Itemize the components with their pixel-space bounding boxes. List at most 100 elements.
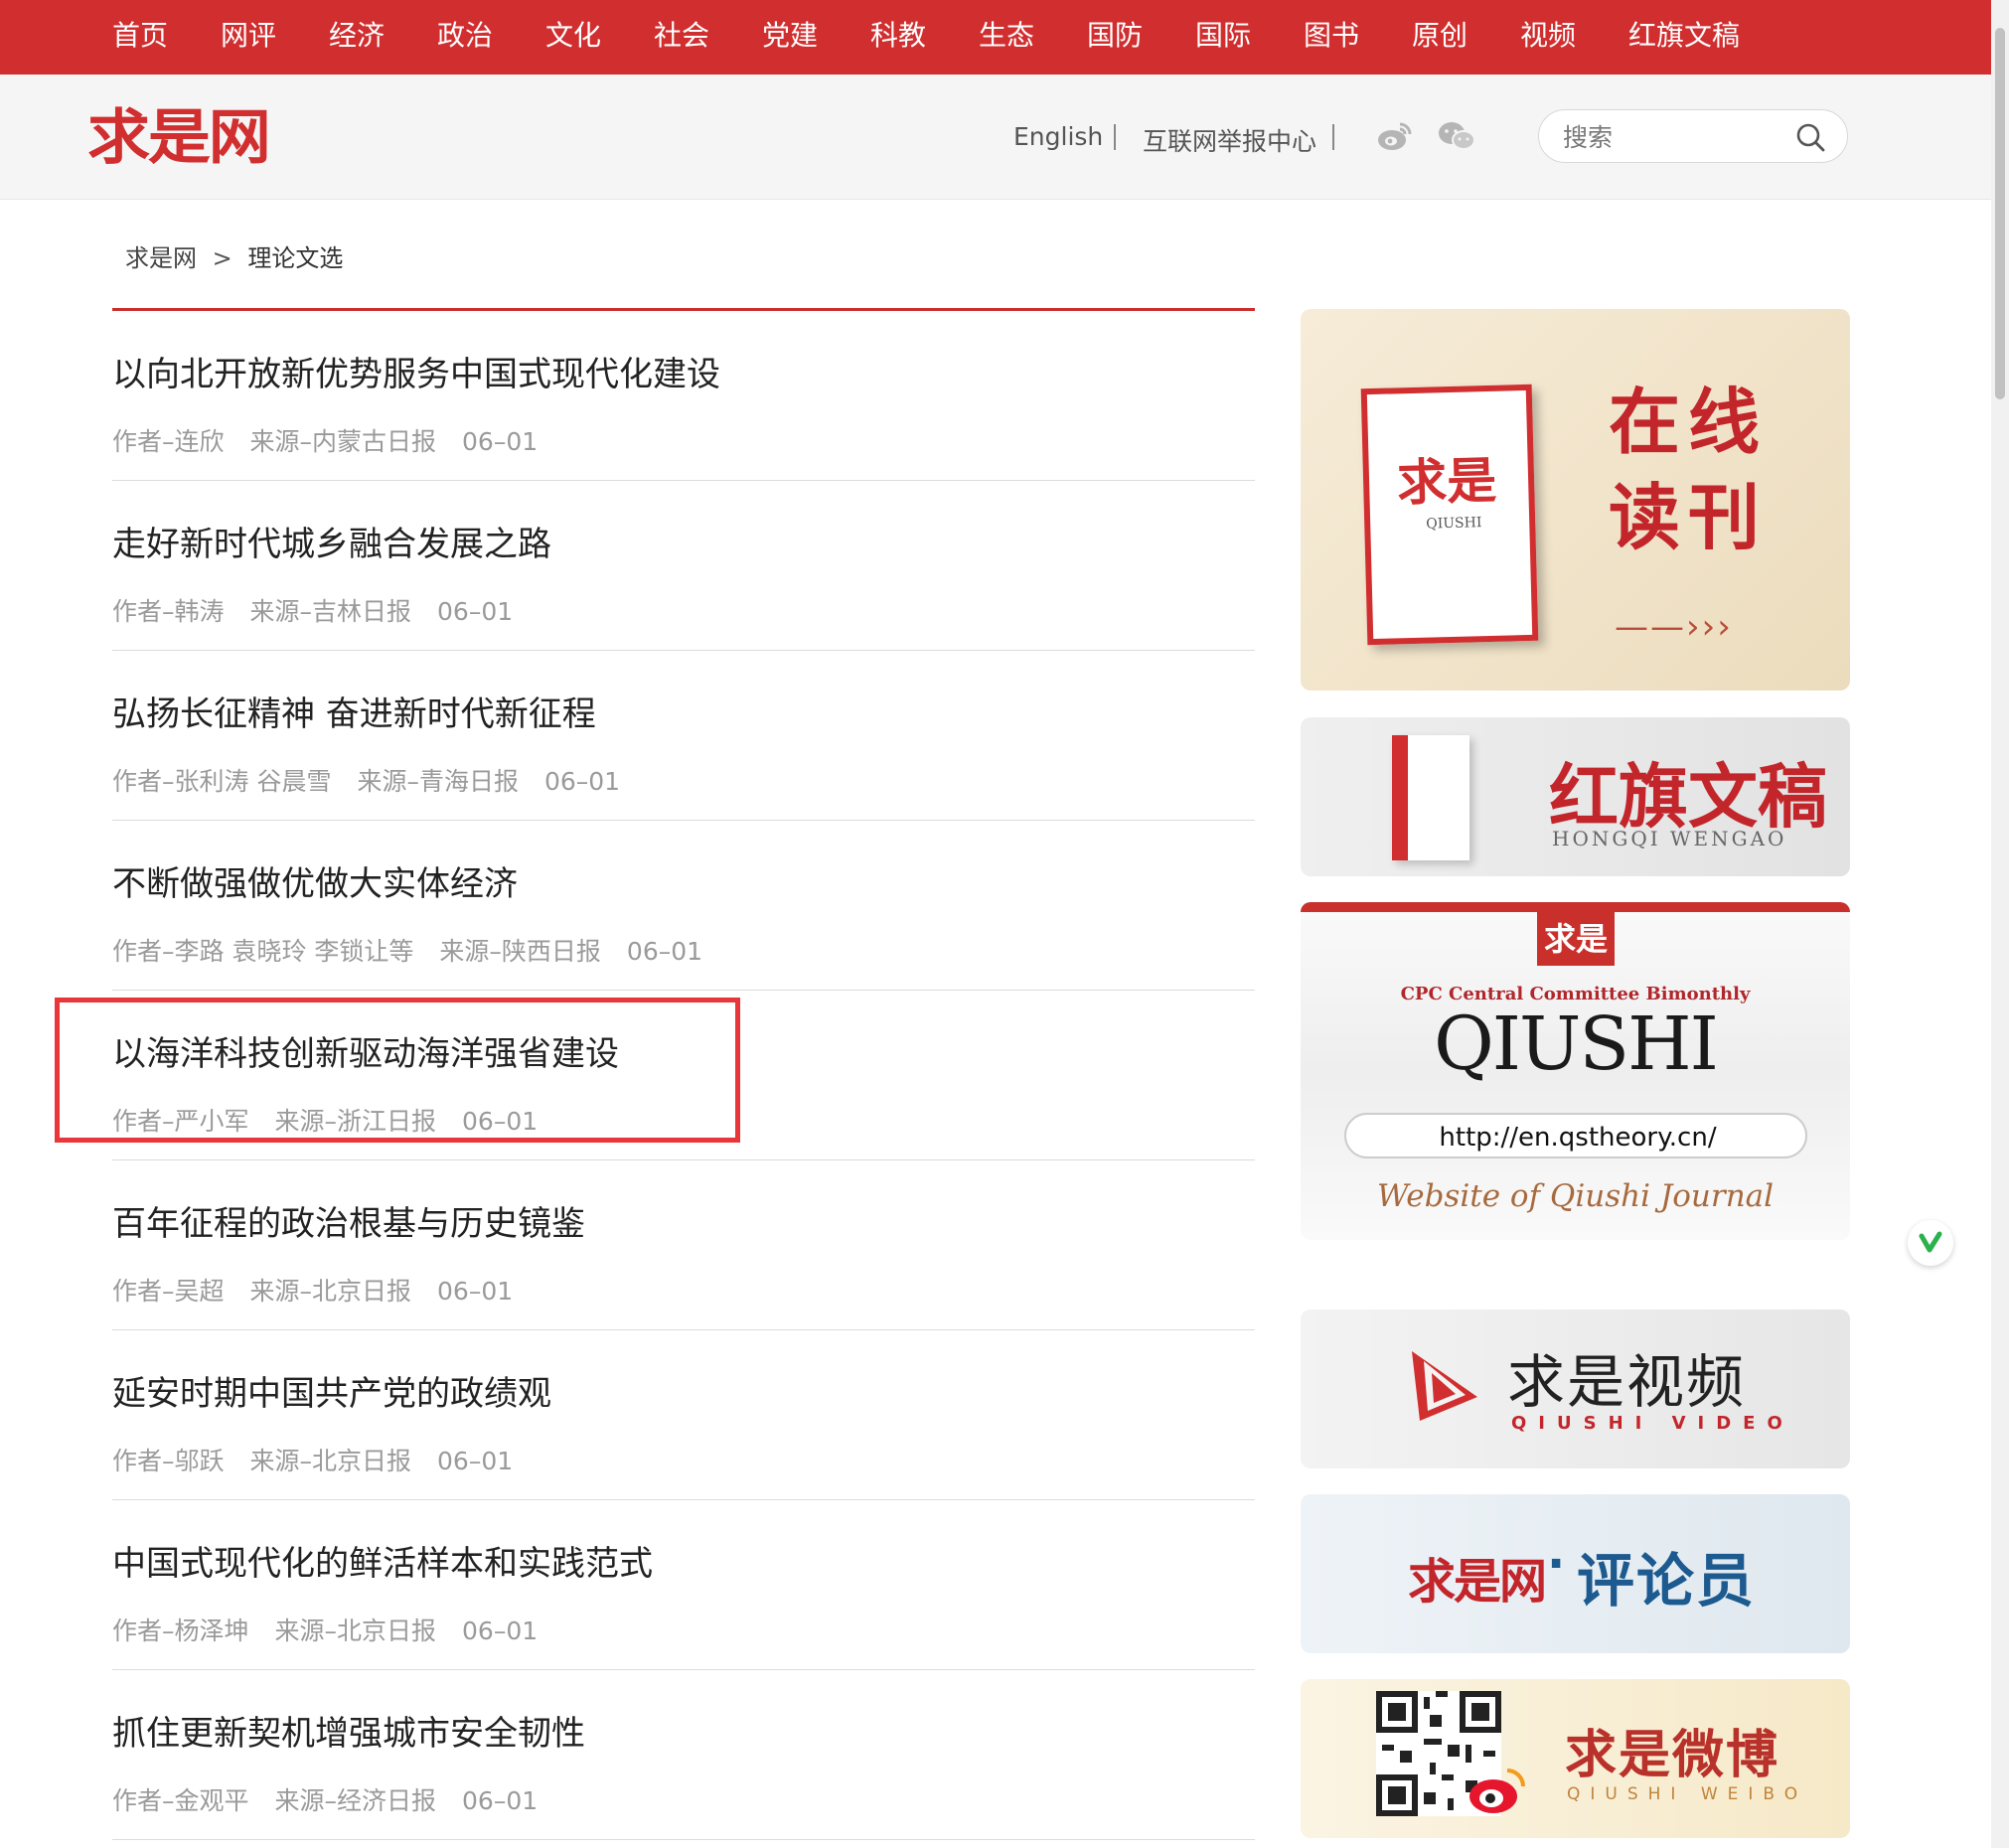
nav-item-international[interactable]: 国际 — [1195, 0, 1251, 75]
magazine-title: 求是 — [1396, 450, 1497, 513]
article-meta: 作者–杨泽坤 来源–北京日报 06–01 — [112, 1612, 563, 1647]
online-reading-banner[interactable]: 求是 QIUSHI 在线读刊 ——››› — [1301, 309, 1850, 691]
article-meta: 作者–张利涛 谷晨雪 来源–青海日报 06–01 — [112, 762, 646, 798]
article-date: 06–01 — [437, 1277, 514, 1306]
article-title[interactable]: 弘扬长征精神 奋进新时代新征程 — [112, 687, 596, 735]
article-source: 来源–陕西日报 — [439, 937, 601, 966]
nav-item-society[interactable]: 社会 — [654, 0, 709, 75]
nav-item-economy[interactable]: 经济 — [329, 0, 385, 75]
nav-item-culture[interactable]: 文化 — [545, 0, 601, 75]
article-date: 06–01 — [462, 1786, 539, 1815]
report-center-link[interactable]: 互联网举报中心 — [1143, 122, 1316, 158]
nav-item-ecology[interactable]: 生态 — [979, 0, 1034, 75]
article-date: 06–01 — [626, 937, 703, 966]
header-divider — [1332, 124, 1334, 150]
qiushi-website-label: Website of Qiushi Journal — [1376, 1178, 1775, 1214]
commentator-logo: 求是网 — [1408, 1554, 1547, 1610]
hongqi-subtitle: HONGQI WENGAO — [1552, 827, 1787, 850]
nav-item-party-building[interactable]: 党建 — [762, 0, 818, 75]
article-author: 作者–李路 袁晓玲 李锁让等 — [112, 937, 414, 966]
article-meta: 作者–邬跃 来源–北京日报 06–01 — [112, 1442, 539, 1477]
wechat-icon[interactable] — [1437, 118, 1476, 154]
nav-item-original[interactable]: 原创 — [1412, 0, 1468, 75]
scrollbar-thumb[interactable] — [1995, 28, 2005, 399]
article-list: 以向北开放新优势服务中国式现代化建设 作者–连欣 来源–内蒙古日报 06–01 走好… — [112, 308, 1255, 1840]
video-subtitle: QIUSHI VIDEO — [1511, 1413, 1794, 1434]
video-title: 求是视频 — [1507, 1348, 1747, 1416]
search-input[interactable] — [1561, 118, 1783, 156]
article-title[interactable]: 延安时期中国共产党的政绩观 — [112, 1366, 551, 1415]
video-logo-icon — [1406, 1347, 1485, 1437]
article-author: 作者–吴超 — [112, 1277, 225, 1306]
floating-assistant-icon[interactable] — [1908, 1220, 1953, 1266]
hongqi-book-icon — [1392, 735, 1469, 860]
weibo-icon[interactable] — [1375, 118, 1415, 154]
list-item: 弘扬长征精神 奋进新时代新征程 作者–张利涛 谷晨雪 来源–青海日报 06–01 — [112, 651, 1255, 821]
nav-item-video[interactable]: 视频 — [1520, 0, 1576, 75]
article-source: 来源–北京日报 — [249, 1447, 412, 1475]
article-author: 作者–金观平 — [112, 1786, 249, 1815]
nav-item-books[interactable]: 图书 — [1304, 0, 1359, 75]
article-date: 06–01 — [462, 1107, 539, 1136]
qiushi-english-banner[interactable]: 求是 CPC Central Committee Bimonthly QIUSH… — [1301, 902, 1850, 1240]
nav-item-defense[interactable]: 国防 — [1087, 0, 1143, 75]
site-logo[interactable]: 求是网 — [87, 106, 275, 170]
commentator-dot: · — [1547, 1536, 1566, 1592]
article-author: 作者–杨泽坤 — [112, 1617, 249, 1645]
search-box — [1538, 109, 1848, 163]
list-item: 延安时期中国共产党的政绩观 作者–邬跃 来源–北京日报 06–01 — [112, 1330, 1255, 1500]
list-item: 中国式现代化的鲜活样本和实践范式 作者–杨泽坤 来源–北京日报 06–01 — [112, 1500, 1255, 1670]
commentator-title: 评论员 — [1577, 1547, 1757, 1615]
header-divider — [1114, 124, 1116, 150]
breadcrumb-separator: > — [212, 244, 232, 272]
breadcrumb-home[interactable]: 求是网 — [125, 244, 197, 272]
nav-item-science-education[interactable]: 科教 — [870, 0, 926, 75]
qiushi-seal: 求是 — [1537, 912, 1615, 966]
online-reading-title: 在线读刊 — [1609, 380, 1769, 559]
article-title[interactable]: 百年征程的政治根基与历史镜鉴 — [112, 1196, 585, 1245]
weibo-subtitle: QIUSHI WEIBO — [1567, 1784, 1808, 1804]
article-source: 来源–吉林日报 — [249, 597, 412, 626]
hongqi-wengao-banner[interactable]: 红旗文稿 HONGQI WENGAO — [1301, 717, 1850, 876]
list-item: 百年征程的政治根基与历史镜鉴 作者–吴超 来源–北京日报 06–01 — [112, 1160, 1255, 1330]
qiushi-video-banner[interactable]: 求是视频 QIUSHI VIDEO — [1301, 1309, 1850, 1468]
article-source: 来源–浙江日报 — [274, 1107, 437, 1136]
article-date: 06–01 — [462, 1617, 539, 1645]
article-author: 作者–张利涛 谷晨雪 — [112, 767, 332, 796]
breadcrumb: 求是网 > 理论文选 — [125, 238, 343, 273]
nav-item-commentary[interactable]: 网评 — [221, 0, 276, 75]
article-source: 来源–青海日报 — [357, 767, 519, 796]
magazine-subtitle: QIUSHI — [1426, 515, 1482, 533]
page-scrollbar[interactable] — [1991, 0, 2009, 1848]
list-item: 以向北开放新优势服务中国式现代化建设 作者–连欣 来源–内蒙古日报 06–01 — [112, 311, 1255, 481]
nav-item-hongqi[interactable]: 红旗文稿 — [1628, 0, 1740, 75]
list-item: 抓住更新契机增强城市安全韧性 作者–金观平 来源–经济日报 06–01 — [112, 1670, 1255, 1840]
top-nav-bar: 首页 网评 经济 政治 文化 社会 党建 科教 生态 国防 国际 图书 原创 视… — [0, 0, 1991, 75]
article-date: 06–01 — [543, 767, 621, 796]
qiushi-url: http://en.qstheory.cn/ — [1439, 1123, 1717, 1153]
english-link[interactable]: English — [1013, 122, 1103, 151]
weibo-logo-icon — [1468, 1765, 1527, 1820]
nav-item-home[interactable]: 首页 — [112, 0, 168, 75]
article-title[interactable]: 不断做强做优做大实体经济 — [112, 856, 518, 905]
nav-item-politics[interactable]: 政治 — [437, 0, 493, 75]
article-author: 作者–韩涛 — [112, 597, 225, 626]
article-date: 06–01 — [462, 427, 539, 456]
search-icon[interactable] — [1793, 120, 1827, 154]
article-meta: 作者–金观平 来源–经济日报 06–01 — [112, 1781, 563, 1817]
article-meta: 作者–连欣 来源–内蒙古日报 06–01 — [112, 422, 563, 458]
article-author: 作者–连欣 — [112, 427, 225, 456]
list-item: 不断做强做优做大实体经济 作者–李路 袁晓玲 李锁让等 来源–陕西日报 06–01 — [112, 821, 1255, 991]
article-title[interactable]: 以向北开放新优势服务中国式现代化建设 — [112, 347, 720, 395]
article-title[interactable]: 走好新时代城乡融合发展之路 — [112, 517, 551, 565]
article-title[interactable]: 中国式现代化的鲜活样本和实践范式 — [112, 1536, 653, 1585]
article-source: 来源–经济日报 — [274, 1786, 437, 1815]
qiushi-weibo-banner[interactable]: 求是微博 QIUSHI WEIBO — [1301, 1679, 1850, 1838]
breadcrumb-current: 理论文选 — [247, 244, 344, 272]
commentator-banner[interactable]: 求是网 · 评论员 — [1301, 1494, 1850, 1653]
article-title[interactable]: 以海洋科技创新驱动海洋强省建设 — [112, 1026, 619, 1075]
article-source: 来源–北京日报 — [249, 1277, 412, 1306]
article-author: 作者–严小军 — [112, 1107, 249, 1136]
article-date: 06–01 — [437, 1447, 514, 1475]
article-title[interactable]: 抓住更新契机增强城市安全韧性 — [112, 1706, 585, 1755]
